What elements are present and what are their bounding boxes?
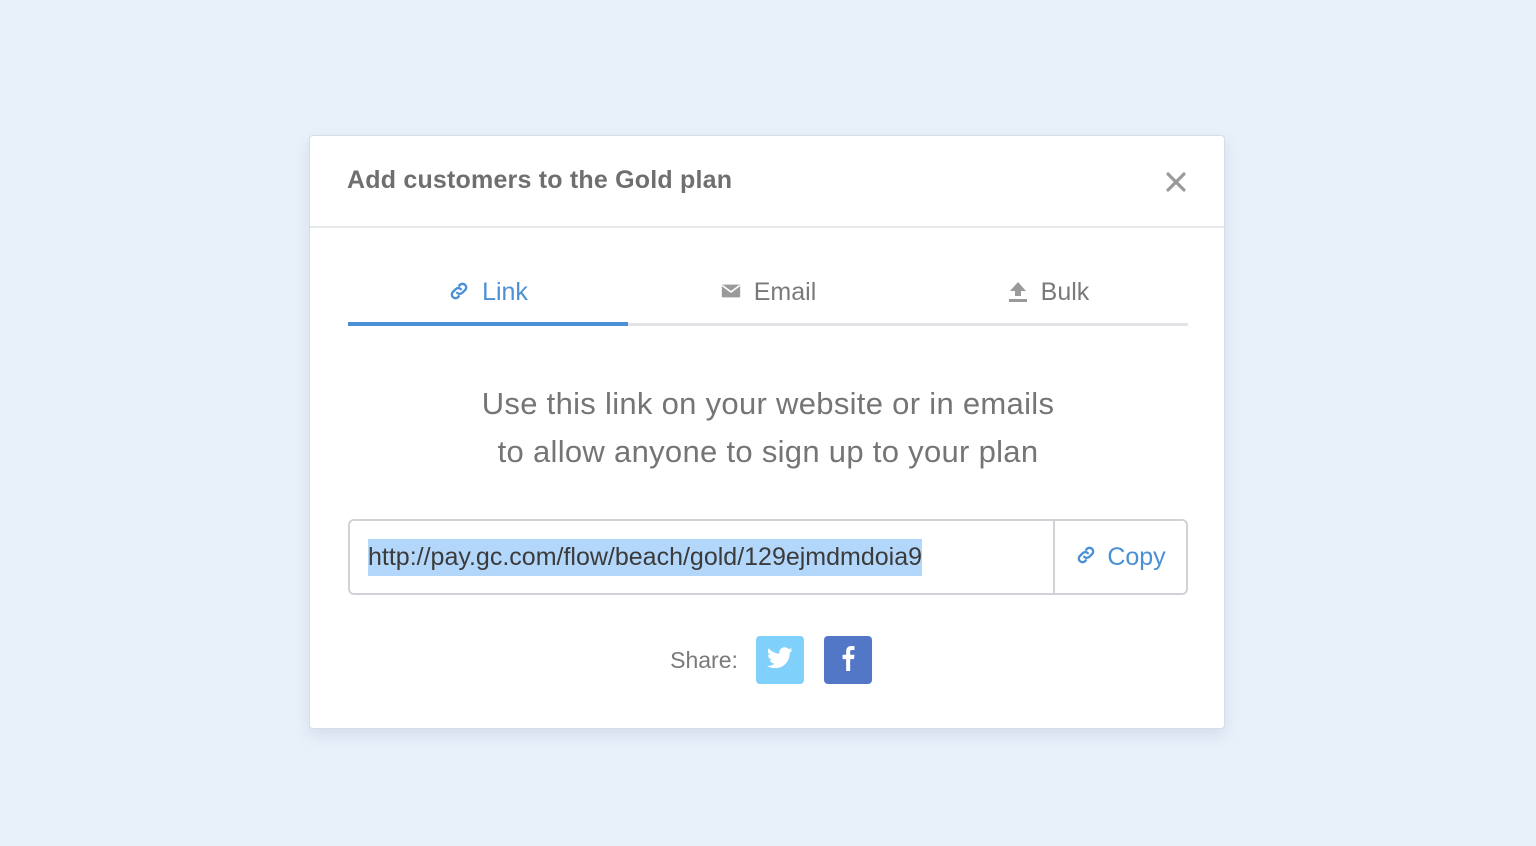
- tab-bar: Link Email Bulk: [348, 262, 1188, 326]
- facebook-icon: [841, 645, 855, 676]
- description-line-1: Use this link on your website or in emai…: [481, 386, 1055, 421]
- twitter-share-button[interactable]: [755, 636, 804, 684]
- share-row: Share:: [310, 636, 1226, 684]
- modal-title: Add customers to the Gold plan: [347, 166, 733, 194]
- close-icon[interactable]: [1164, 170, 1188, 194]
- tab-link-label: Link: [482, 278, 528, 306]
- description-text: Use this link on your website or in emai…: [310, 380, 1226, 476]
- link-icon: [448, 280, 470, 309]
- copy-button[interactable]: Copy: [1055, 521, 1186, 593]
- copy-button-label: Copy: [1107, 542, 1166, 571]
- share-link-input[interactable]: http://pay.gc.com/flow/beach/gold/129ejm…: [350, 521, 1055, 593]
- tab-link[interactable]: Link: [348, 262, 628, 326]
- tab-email-label: Email: [753, 278, 817, 306]
- facebook-share-button[interactable]: [823, 636, 872, 684]
- upload-icon: [1007, 280, 1029, 311]
- envelope-icon: [720, 280, 742, 309]
- share-link-field: http://pay.gc.com/flow/beach/gold/129ejm…: [348, 519, 1188, 595]
- link-icon: [1075, 544, 1097, 573]
- twitter-icon: [766, 646, 793, 674]
- tab-email[interactable]: Email: [628, 262, 908, 326]
- add-customers-modal: Add customers to the Gold plan Link Emai…: [309, 135, 1225, 729]
- share-label: Share:: [670, 646, 738, 673]
- modal-header: Add customers to the Gold plan: [310, 136, 1224, 228]
- share-link-value: http://pay.gc.com/flow/beach/gold/129ejm…: [368, 538, 923, 576]
- description-line-2: to allow anyone to sign up to your plan: [497, 434, 1039, 469]
- tab-bulk[interactable]: Bulk: [908, 262, 1188, 326]
- tab-bulk-label: Bulk: [1040, 278, 1090, 306]
